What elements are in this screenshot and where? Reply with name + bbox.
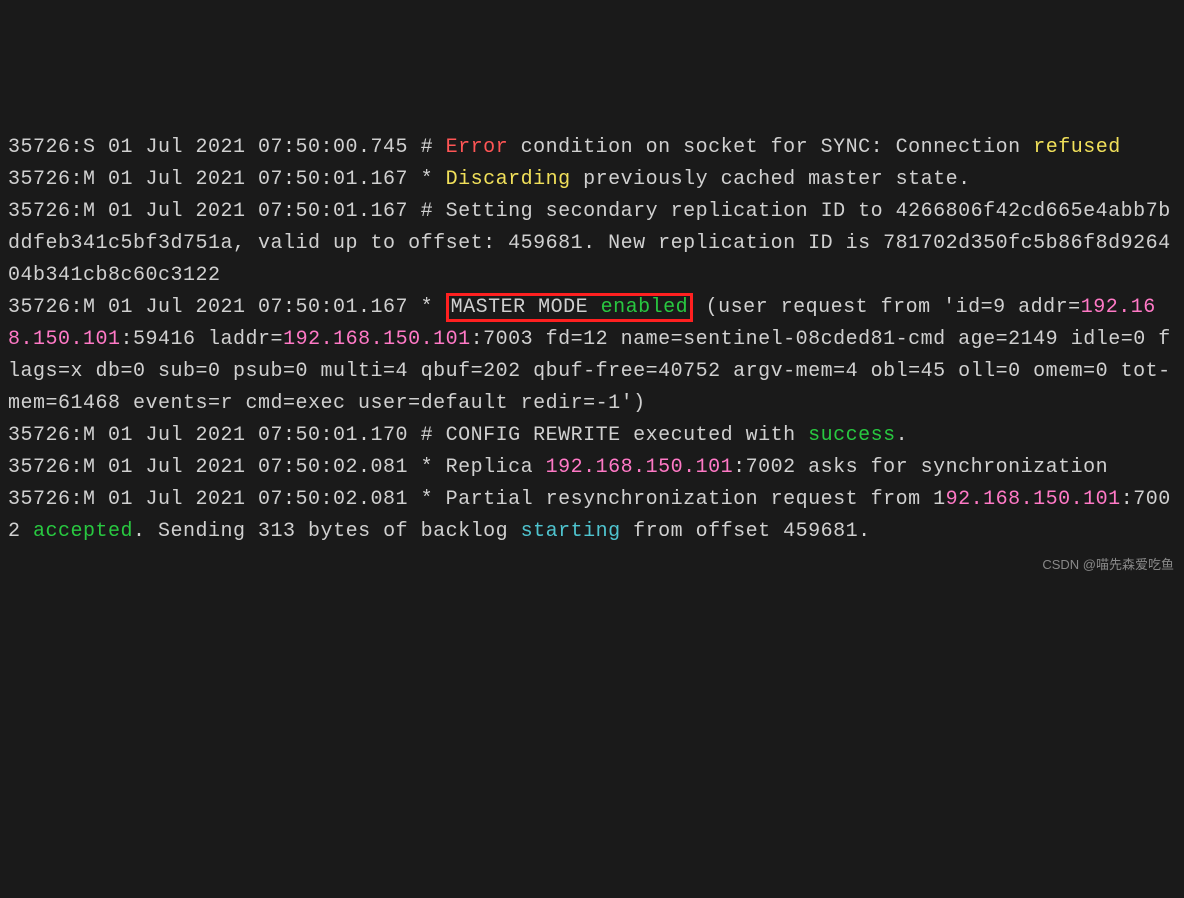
log-line: 35726:M 01 Jul 2021 07:50:01.170 # CONFI… [8,420,1176,452]
log-segment: previously cached master state. [571,168,971,191]
log-segment: from offset 459681. [621,520,871,543]
log-segment: CONFIG REWRITE executed with [446,424,809,447]
watermark: CSDN @喵先森爱吃鱼 [1042,555,1174,576]
log-segment: MASTER MODE [451,296,601,319]
log-segment: enabled [601,296,689,319]
log-segment: 92.168.150.101 [946,488,1121,511]
log-segment: Error [446,136,509,159]
log-segment: Replica [446,456,546,479]
log-prefix: 35726:M 01 Jul 2021 07:50:01.167 # [8,200,446,223]
log-line: 35726:M 01 Jul 2021 07:50:01.167 * MASTE… [8,292,1176,420]
log-line: 35726:M 01 Jul 2021 07:50:02.081 * Repli… [8,452,1176,484]
log-segment: Discarding [446,168,571,191]
log-line: 35726:M 01 Jul 2021 07:50:01.167 * Disca… [8,164,1176,196]
log-prefix: 35726:S 01 Jul 2021 07:50:00.745 # [8,136,446,159]
log-segment: refused [1033,136,1121,159]
log-prefix: 35726:M 01 Jul 2021 07:50:02.081 * [8,456,446,479]
log-segment: . Sending 313 bytes of backlog [133,520,521,543]
log-segment: . [896,424,909,447]
log-prefix: 35726:M 01 Jul 2021 07:50:02.081 * [8,488,446,511]
log-segment: success [808,424,896,447]
log-segment: (user request from 'id=9 addr= [693,296,1081,319]
terminal-output: 35726:S 01 Jul 2021 07:50:00.745 # Error… [8,132,1176,706]
log-segment: 192.168.150.101 [283,328,471,351]
log-segment: :7002 asks for synchronization [733,456,1108,479]
log-segment: condition on socket for SYNC: Connection [508,136,1033,159]
log-prefix: 35726:M 01 Jul 2021 07:50:01.170 # [8,424,446,447]
log-segment: Partial resynchronization request from 1 [446,488,946,511]
log-segment: :59416 laddr= [121,328,284,351]
log-segment: starting [521,520,621,543]
log-line: 35726:M 01 Jul 2021 07:50:01.167 # Setti… [8,196,1176,292]
log-line: 35726:S 01 Jul 2021 07:50:00.745 # Error… [8,132,1176,164]
log-segment: 192.168.150.101 [546,456,734,479]
log-prefix: 35726:M 01 Jul 2021 07:50:01.167 * [8,168,446,191]
log-line: 35726:M 01 Jul 2021 07:50:02.081 * Parti… [8,484,1176,548]
log-prefix: 35726:M 01 Jul 2021 07:50:01.167 * [8,296,446,319]
log-segment: accepted [33,520,133,543]
highlight-box: MASTER MODE enabled [446,293,694,322]
